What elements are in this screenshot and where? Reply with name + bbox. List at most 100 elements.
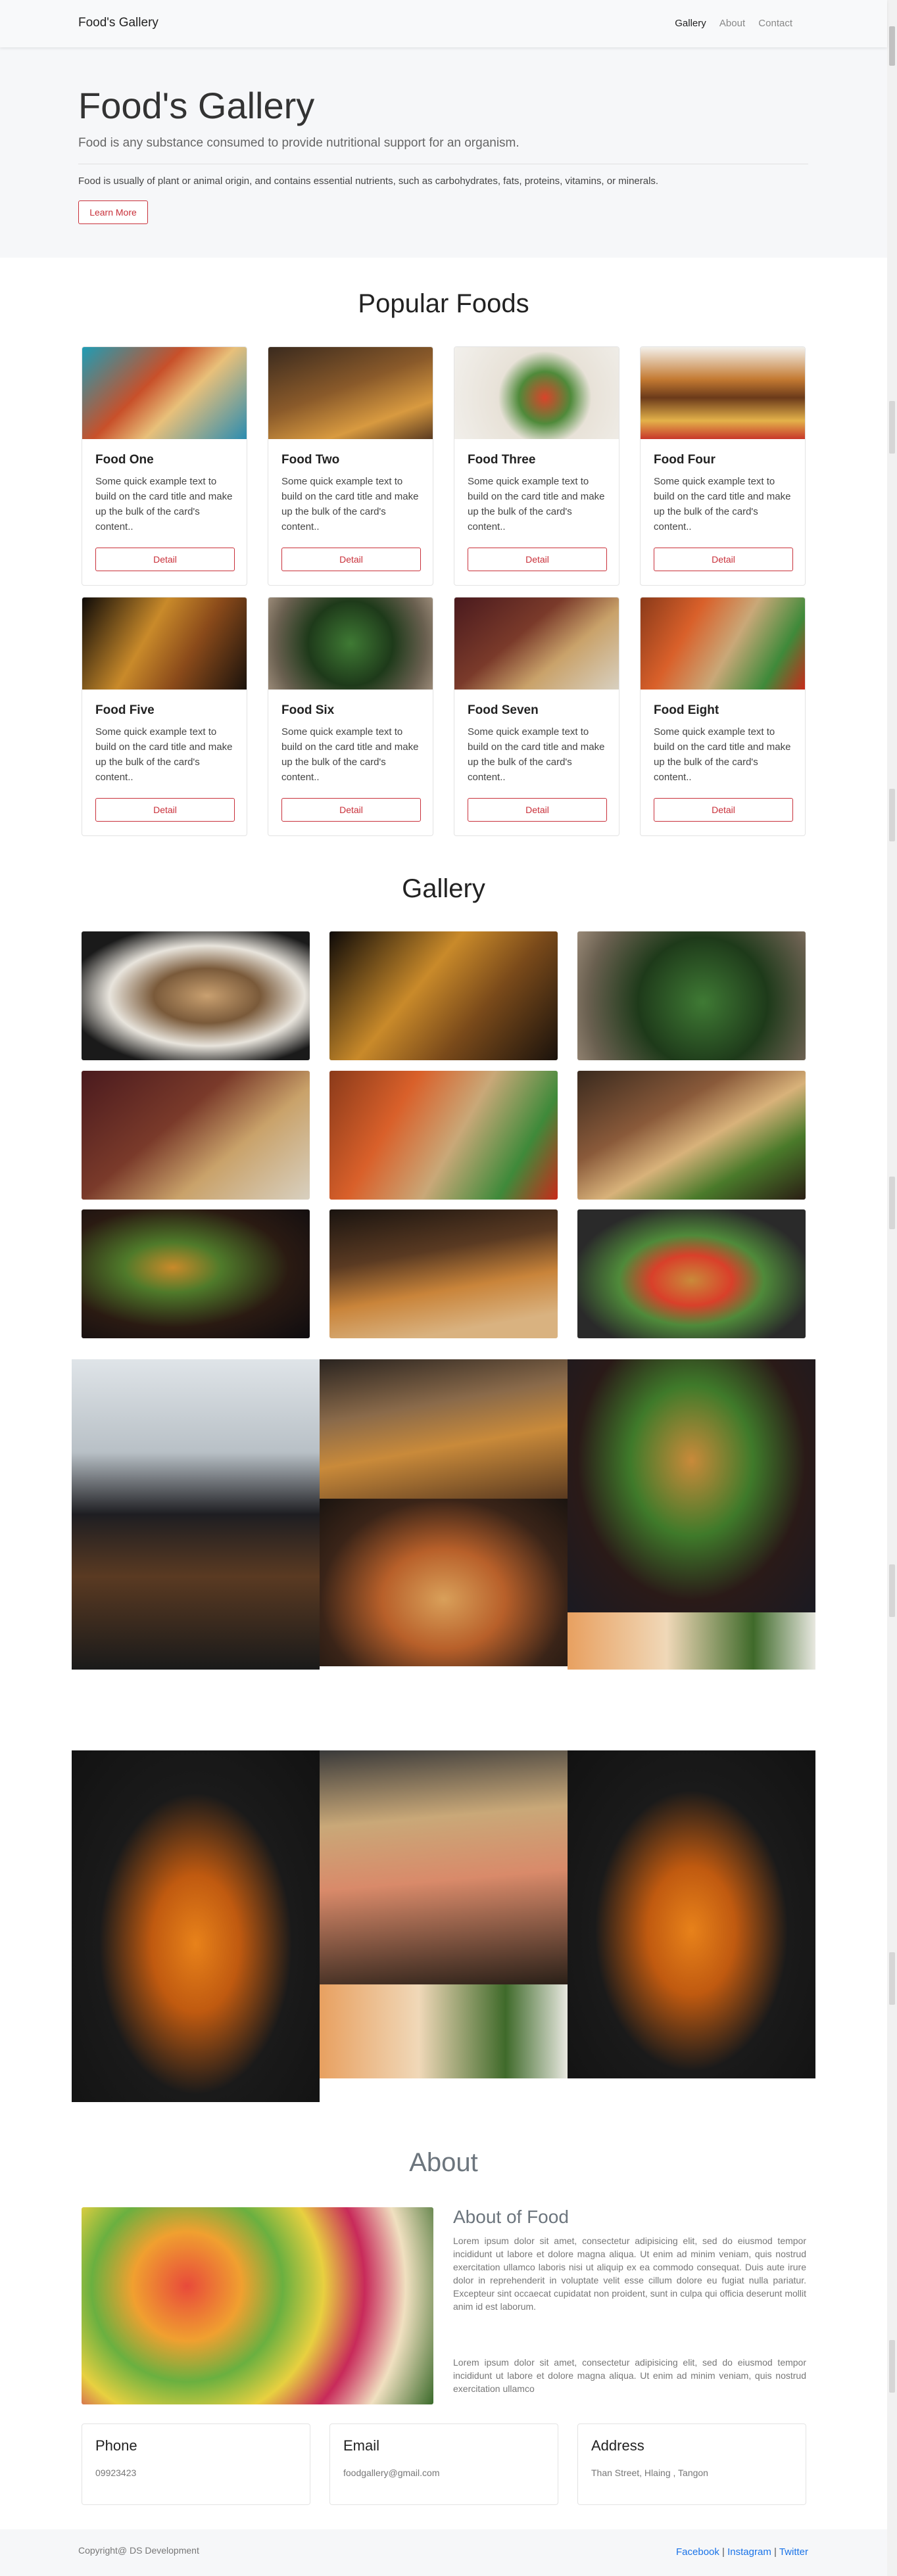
hero-lead: Food is any substance consumed to provid… xyxy=(78,136,520,150)
gallery-image[interactable] xyxy=(320,1499,568,1666)
food-card: Food One Some quick example text to buil… xyxy=(82,346,247,586)
hero-text: Food is usually of plant or animal origi… xyxy=(78,176,659,187)
scrollbar-marker xyxy=(889,401,895,454)
address-value: Than Street, Hlaing , Tangon xyxy=(591,2468,708,2478)
gallery-image[interactable] xyxy=(329,931,558,1060)
scrollbar-marker xyxy=(889,2340,895,2393)
food-image xyxy=(454,597,619,690)
food-image xyxy=(454,347,619,439)
separator: | xyxy=(774,2546,777,2558)
hero-title: Food's Gallery xyxy=(78,85,315,126)
gallery-image[interactable] xyxy=(82,1209,310,1338)
card-title: Food Two xyxy=(281,453,340,467)
separator: | xyxy=(722,2546,725,2558)
detail-button[interactable]: Detail xyxy=(95,798,235,822)
gallery-image[interactable] xyxy=(72,1750,320,2102)
gallery-image[interactable] xyxy=(320,1359,568,1499)
learn-more-button[interactable]: Learn More xyxy=(78,200,148,224)
address-card: Address Than Street, Hlaing , Tangon xyxy=(577,2424,806,2505)
gallery-image[interactable] xyxy=(82,931,310,1060)
food-image xyxy=(641,347,805,439)
detail-button[interactable]: Detail xyxy=(281,798,421,822)
scrollbar-marker xyxy=(889,1177,895,1229)
card-text: Some quick example text to build on the … xyxy=(654,726,791,783)
instagram-link[interactable]: Instagram xyxy=(727,2546,771,2558)
copyright: Copyright@ DS Development xyxy=(78,2545,199,2556)
card-text: Some quick example text to build on the … xyxy=(654,476,791,532)
gallery-image[interactable] xyxy=(72,1359,320,1670)
phone-value: 09923423 xyxy=(95,2468,137,2478)
gallery-image[interactable] xyxy=(568,1359,815,1612)
card-title: Food Four xyxy=(654,453,715,467)
email-label: Email xyxy=(343,2437,380,2454)
card-text: Some quick example text to build on the … xyxy=(95,476,233,532)
about-heading: About of Food xyxy=(453,2207,569,2227)
food-card: Food Seven Some quick example text to bu… xyxy=(454,597,619,836)
gallery-image[interactable] xyxy=(320,1750,568,1984)
email-card: Email foodgallery@gmail.com xyxy=(329,2424,558,2505)
about-paragraph: Lorem ipsum dolor sit amet, consectetur … xyxy=(453,2357,806,2394)
card-text: Some quick example text to build on the … xyxy=(468,726,605,783)
navbar: Food's Gallery Gallery About Contact xyxy=(0,0,887,47)
about-title: About xyxy=(409,2148,478,2177)
card-title: Food Six xyxy=(281,703,335,717)
phone-card: Phone 09923423 xyxy=(82,2424,310,2505)
detail-button[interactable]: Detail xyxy=(654,798,793,822)
gallery-image[interactable] xyxy=(568,1612,815,1670)
hero-section: Food's Gallery Food is any substance con… xyxy=(0,47,887,258)
card-title: Food Three xyxy=(468,453,536,467)
food-image xyxy=(82,597,247,690)
phone-label: Phone xyxy=(95,2437,137,2454)
about-paragraph: Lorem ipsum dolor sit amet, consectetur … xyxy=(453,2236,806,2312)
food-card: Food Eight Some quick example text to bu… xyxy=(640,597,806,836)
footer-links: Facebook | Instagram | Twitter xyxy=(676,2546,808,2558)
gallery-image[interactable] xyxy=(320,1984,568,2078)
nav-gallery[interactable]: Gallery xyxy=(675,18,706,29)
detail-button[interactable]: Detail xyxy=(95,548,235,571)
detail-button[interactable]: Detail xyxy=(281,548,421,571)
detail-button[interactable]: Detail xyxy=(468,548,607,571)
card-title: Food One xyxy=(95,453,154,467)
gallery-image[interactable] xyxy=(82,1071,310,1200)
nav-contact[interactable]: Contact xyxy=(758,18,792,29)
address-label: Address xyxy=(591,2437,644,2454)
detail-button[interactable]: Detail xyxy=(468,798,607,822)
food-card: Food Six Some quick example text to buil… xyxy=(268,597,433,836)
card-title: Food Five xyxy=(95,703,155,717)
gallery-image[interactable] xyxy=(577,1071,806,1200)
gallery-title: Gallery xyxy=(402,874,485,903)
food-image xyxy=(82,347,247,439)
food-image xyxy=(268,597,433,690)
detail-button[interactable]: Detail xyxy=(654,548,793,571)
nav-about[interactable]: About xyxy=(719,18,745,29)
food-card: Food Four Some quick example text to bui… xyxy=(640,346,806,586)
about-image xyxy=(82,2207,433,2404)
scrollbar-thumb[interactable] xyxy=(889,26,895,66)
card-title: Food Seven xyxy=(468,703,539,717)
twitter-link[interactable]: Twitter xyxy=(779,2546,808,2558)
facebook-link[interactable]: Facebook xyxy=(676,2546,719,2558)
food-image xyxy=(641,597,805,690)
food-card: Food Five Some quick example text to bui… xyxy=(82,597,247,836)
card-text: Some quick example text to build on the … xyxy=(95,726,233,783)
food-image xyxy=(268,347,433,439)
gallery-image[interactable] xyxy=(329,1071,558,1200)
gallery-image[interactable] xyxy=(577,1209,806,1338)
card-text: Some quick example text to build on the … xyxy=(281,476,419,532)
email-value: foodgallery@gmail.com xyxy=(343,2468,440,2478)
gallery-image[interactable] xyxy=(568,1750,815,2078)
food-card: Food Three Some quick example text to bu… xyxy=(454,346,619,586)
gallery-image[interactable] xyxy=(329,1209,558,1338)
gallery-image[interactable] xyxy=(577,931,806,1060)
scrollbar-marker xyxy=(889,1952,895,2005)
scrollbar-marker xyxy=(889,1564,895,1617)
popular-title: Popular Foods xyxy=(358,289,529,318)
scrollbar-marker xyxy=(889,789,895,841)
card-title: Food Eight xyxy=(654,703,719,717)
card-text: Some quick example text to build on the … xyxy=(468,476,605,532)
card-text: Some quick example text to build on the … xyxy=(281,726,419,783)
food-card: Food Two Some quick example text to buil… xyxy=(268,346,433,586)
nav-links: Gallery About Contact xyxy=(664,18,792,29)
scrollbar[interactable] xyxy=(887,0,897,2576)
brand-link[interactable]: Food's Gallery xyxy=(78,16,158,30)
